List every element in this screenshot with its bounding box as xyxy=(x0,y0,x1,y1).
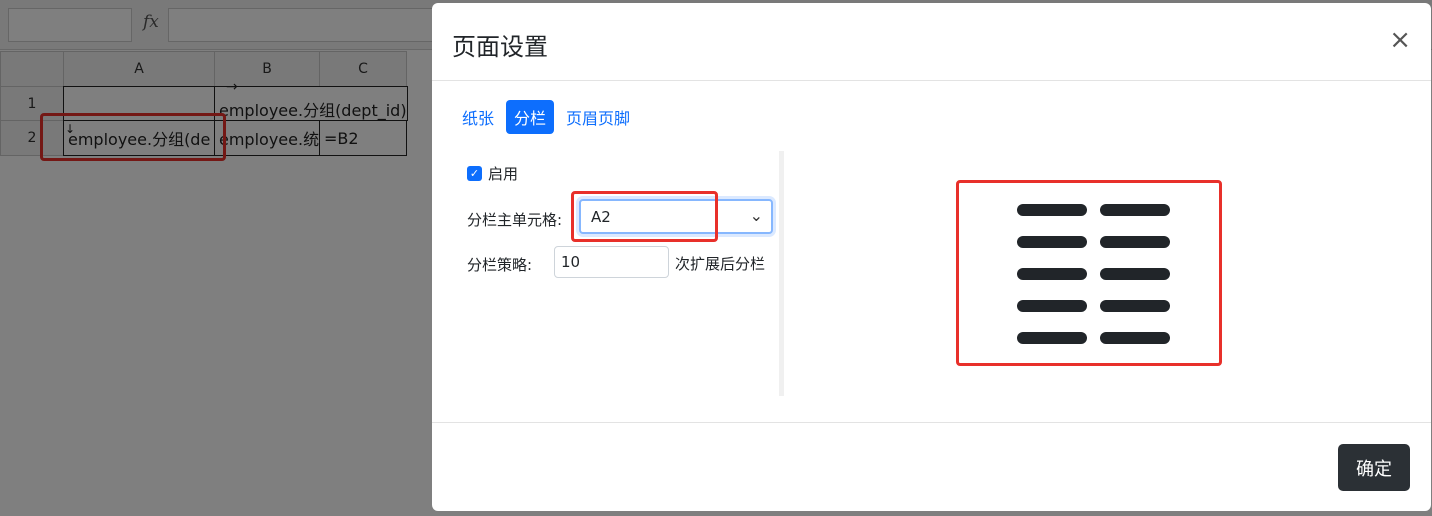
preview-line xyxy=(1100,300,1170,312)
dialog-footer: 确定 xyxy=(432,422,1431,511)
preview-line xyxy=(1017,236,1087,248)
preview-line xyxy=(1017,300,1087,312)
preview-line xyxy=(1017,268,1087,280)
column-preview xyxy=(956,180,1222,366)
preview-line xyxy=(1100,204,1170,216)
tab-columns[interactable]: 分栏 xyxy=(506,100,555,134)
page-setup-dialog: 页面设置 × 纸张 分栏 页眉页脚 ✓ 启用 分栏主单元格: A2 ⌄ 分栏策略… xyxy=(432,3,1431,511)
preview-line xyxy=(1100,236,1170,248)
highlight-box-select xyxy=(571,191,718,242)
main-cell-label: 分栏主单元格: xyxy=(467,211,563,229)
preview-line xyxy=(1017,332,1087,344)
tab-bar: 纸张 分栏 页眉页脚 xyxy=(454,100,638,134)
enable-checkbox[interactable]: ✓ xyxy=(467,166,482,181)
dialog-header: 页面设置 × xyxy=(432,3,1431,81)
preview-line xyxy=(1017,204,1087,216)
ok-button[interactable]: 确定 xyxy=(1338,444,1410,491)
preview-line xyxy=(1100,332,1170,344)
dialog-title: 页面设置 xyxy=(452,33,548,61)
strategy-suffix: 次扩展后分栏 xyxy=(675,255,766,273)
enable-label: 启用 xyxy=(488,165,519,183)
pane-divider xyxy=(779,151,784,396)
tab-paper[interactable]: 纸张 xyxy=(454,100,502,134)
chevron-down-icon: ⌄ xyxy=(749,206,763,225)
preview-line xyxy=(1100,268,1170,280)
strategy-count-input[interactable]: 10 xyxy=(554,246,669,278)
tab-header-footer[interactable]: 页眉页脚 xyxy=(558,100,638,134)
close-icon[interactable]: × xyxy=(1389,25,1411,55)
column-settings-form: ✓ 启用 分栏主单元格: A2 ⌄ 分栏策略: 10 次扩展后分栏 xyxy=(454,151,784,396)
strategy-label: 分栏策略: xyxy=(467,256,533,274)
enable-row: ✓ 启用 xyxy=(467,163,518,184)
